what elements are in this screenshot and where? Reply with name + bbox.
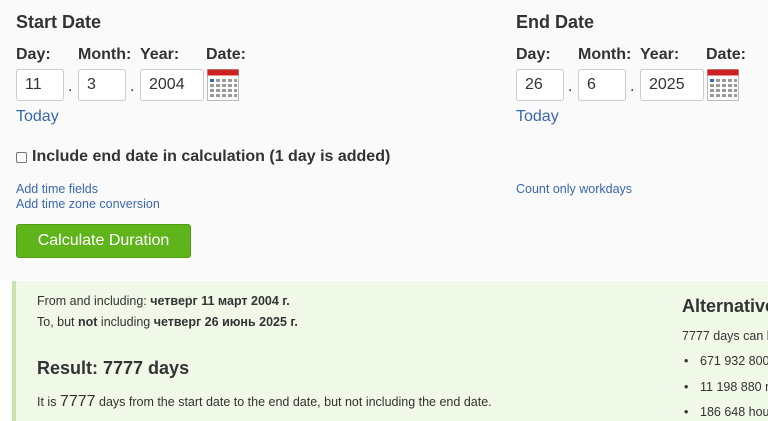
calendar-icon[interactable] [707,69,739,101]
include-end-date-checkbox[interactable] [16,152,27,163]
to-date: четверг 26 июнь 2025 г. [153,315,298,329]
alternative-intro: 7777 days can be converted to one of the… [682,329,768,343]
end-day-input[interactable]: 26 [516,69,564,101]
alternative-item: •11 198 880 minutes [684,380,768,394]
sentence-number: 7777 [59,393,96,410]
start-month-label: Month: [78,46,132,63]
to-mid: including [97,315,154,329]
start-year-label: Year: [140,46,180,63]
alternative-item-text: 671 932 800 seconds [700,354,768,368]
calendar-icon[interactable] [207,69,239,101]
start-year-input[interactable]: 2004 [140,69,204,101]
count-workdays-link[interactable]: Count only workdays [516,182,632,196]
end-date-title: End Date [516,12,595,32]
start-separator: . [68,78,73,95]
from-prefix: From and including: [37,294,151,308]
end-separator: . [568,78,573,95]
add-time-zone-link[interactable]: Add time zone conversion [16,197,160,211]
end-year-input[interactable]: 2025 [640,69,704,101]
page: Start Date Day: Month: Year: Date: 11 . … [0,0,768,421]
start-today-link[interactable]: Today [16,108,59,126]
to-line: To, but not including четверг 26 июнь 20… [37,315,298,329]
sentence-suffix: days from the start date to the end date… [95,395,492,409]
alternative-units-panel: Alternative time units 7777 days can be … [678,281,768,421]
end-year-label: Year: [640,46,680,63]
start-month-input[interactable]: 3 [78,69,126,101]
alternative-item-text: 11 198 880 minutes [700,380,768,394]
end-month-input[interactable]: 6 [578,69,626,101]
from-line: From and including: четверг 11 март 2004… [37,294,290,308]
result-title: Result: 7777 days [37,358,190,378]
alternative-title: Alternative time units [682,296,768,316]
date-form: Start Date Day: Month: Year: Date: 11 . … [0,0,768,280]
include-end-date-label[interactable]: Include end date in calculation (1 day i… [32,148,390,166]
from-date: четверг 11 март 2004 г. [150,294,290,308]
end-day-label: Day: [516,46,551,63]
to-prefix: To, but [37,315,78,329]
end-month-label: Month: [578,46,632,63]
start-separator: . [130,78,135,95]
start-day-input[interactable]: 11 [16,69,64,101]
to-not: not [78,315,98,329]
sentence-prefix: It is [37,395,60,409]
start-day-label: Day: [16,46,51,63]
end-date-label: Date: [706,46,747,63]
end-today-link[interactable]: Today [516,108,559,126]
alternative-item-text: 186 648 hours [700,405,768,419]
result-panel: From and including: четверг 11 март 2004… [12,281,768,421]
start-date-title: Start Date [16,12,102,32]
calculate-duration-button[interactable]: Calculate Duration [16,224,191,258]
alternative-item: •671 932 800 seconds [684,354,768,368]
result-sentence: It is 7777 days from the start date to t… [37,393,492,411]
alternative-item: •186 648 hours [684,405,768,419]
add-time-fields-link[interactable]: Add time fields [16,182,98,196]
end-separator: . [630,78,635,95]
start-date-label: Date: [206,46,247,63]
